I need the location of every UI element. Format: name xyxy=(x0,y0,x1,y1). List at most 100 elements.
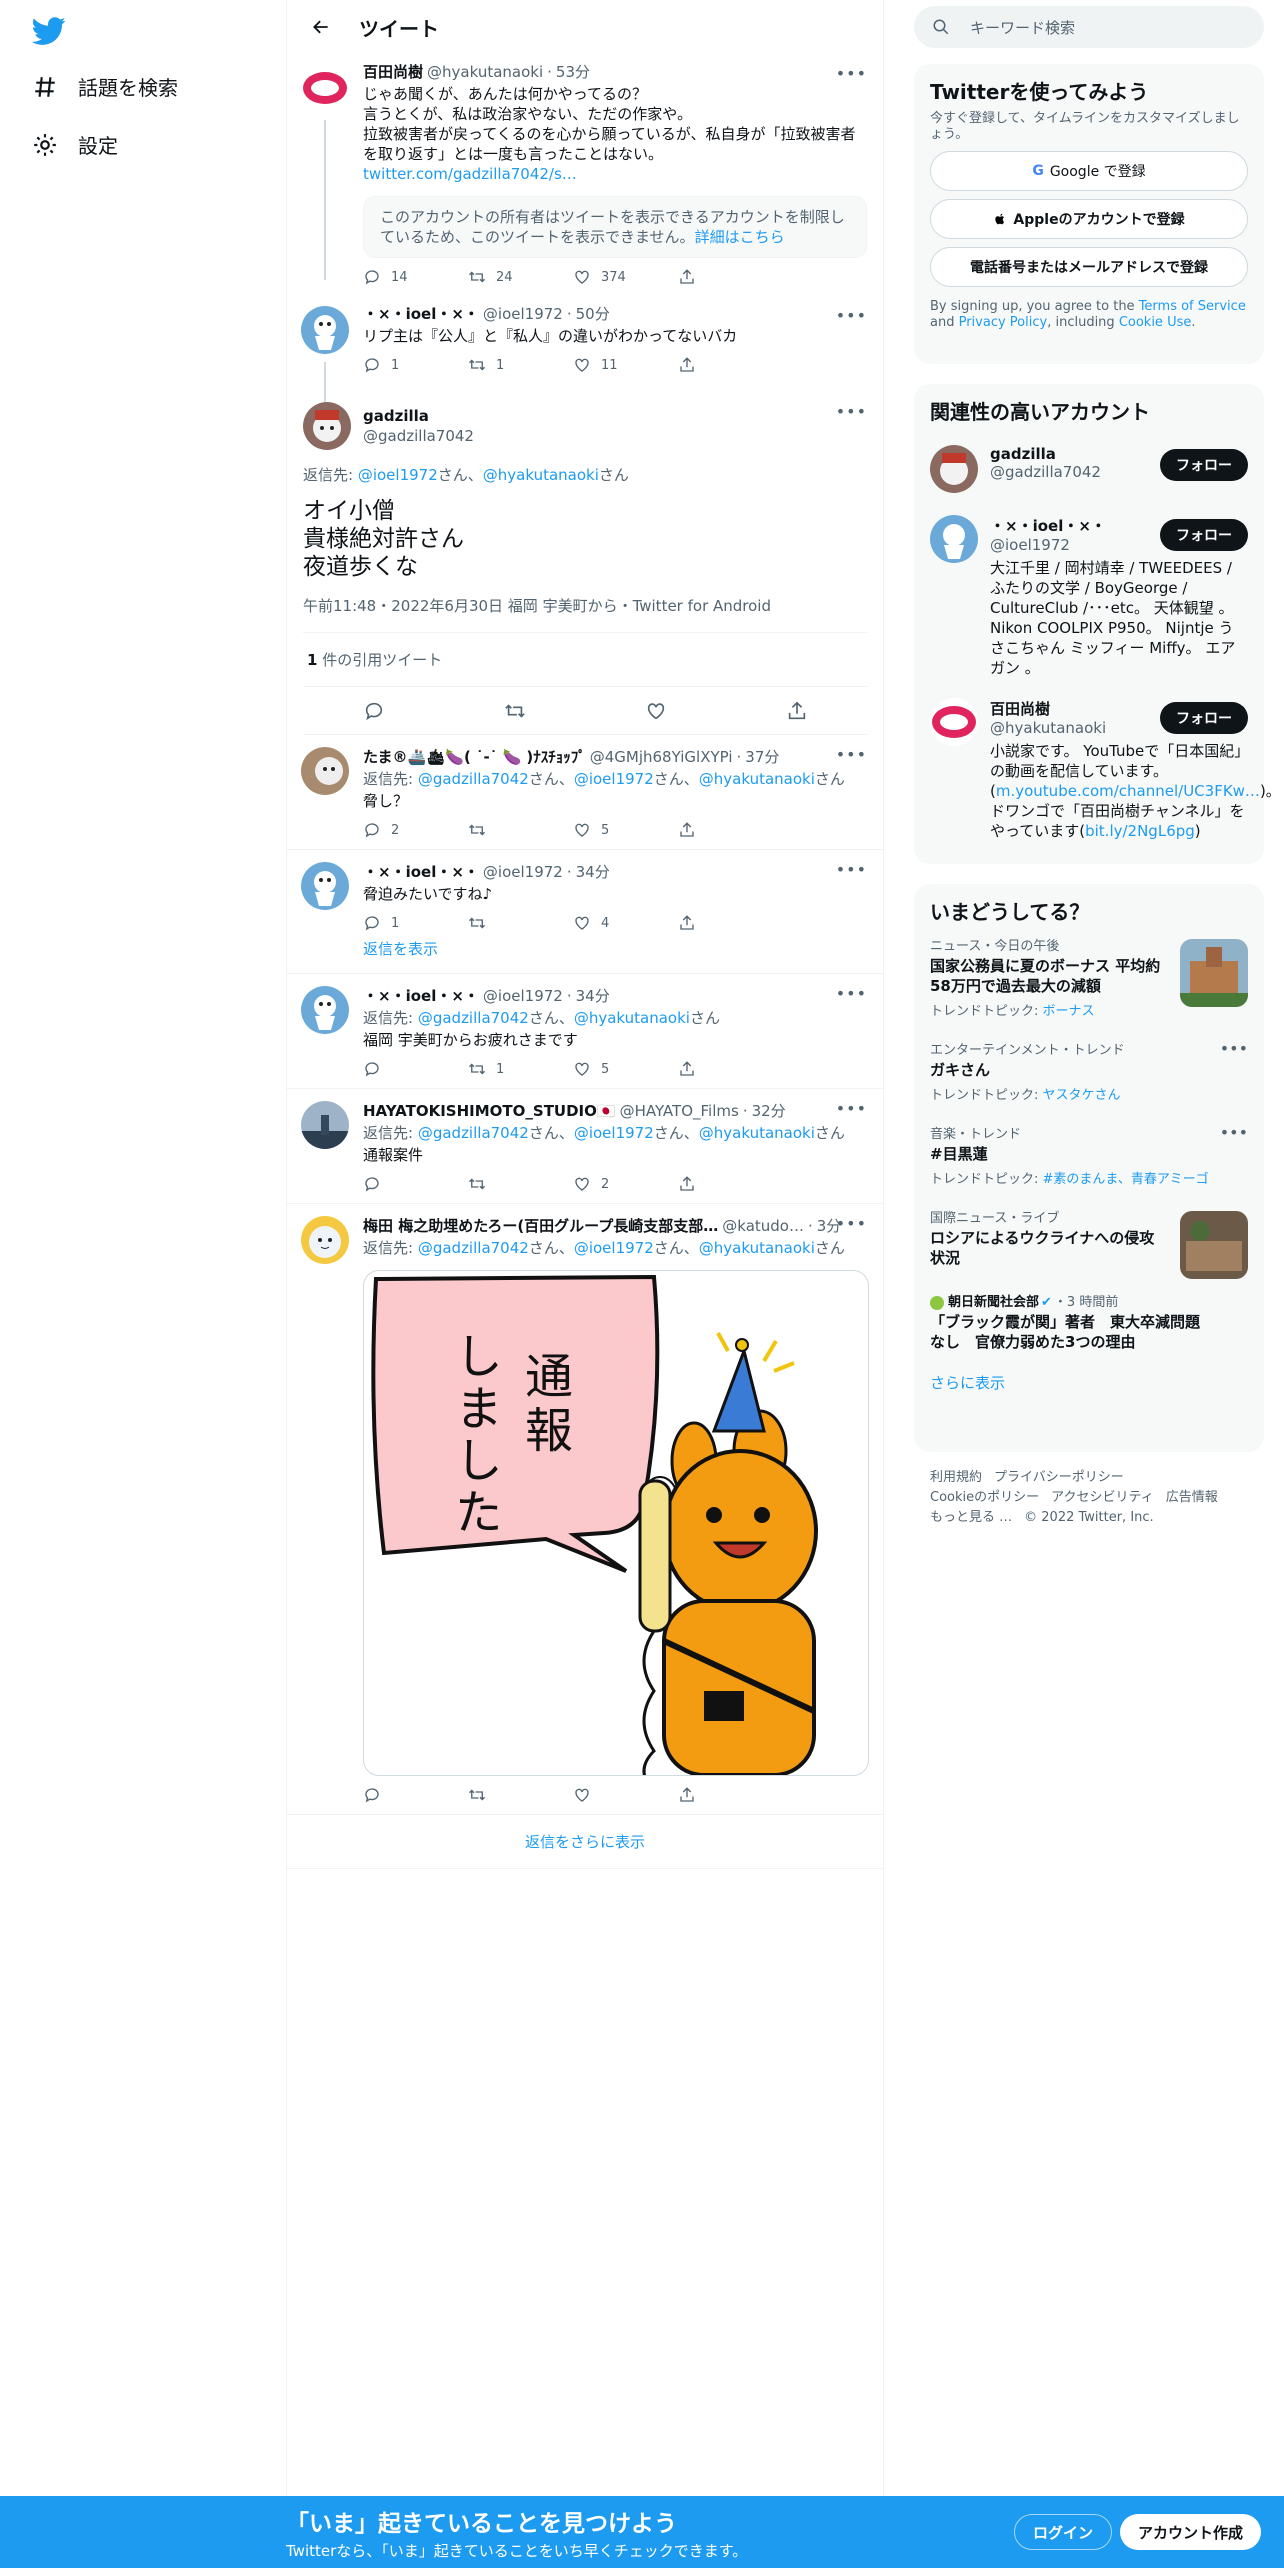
twitter-logo-icon[interactable] xyxy=(32,14,66,48)
footer-cookie-link[interactable]: Cookieのポリシー xyxy=(930,1490,1039,1505)
more-icon[interactable]: ••• xyxy=(836,984,867,1003)
apple-signup-button[interactable]: Appleのアカウントで登録 xyxy=(930,199,1248,239)
google-signup-button[interactable]: G Google で登録 xyxy=(930,151,1248,191)
footer-ads-link[interactable]: 広告情報 xyxy=(1166,1490,1218,1505)
reply-tweet[interactable]: ••• たま®🚢🛳🍆( ˙-˙ 🍆 )ﾅｽﾁｮｯﾌﾟ @4GMjh68YiGlXY… xyxy=(287,735,883,850)
show-more-trends-link[interactable]: さらに表示 xyxy=(914,1362,1264,1403)
nav-explore[interactable]: 話題を検索 xyxy=(32,72,178,101)
more-icon[interactable]: ••• xyxy=(1220,1039,1248,1058)
author-name[interactable]: たま®🚢🛳🍆( ˙-˙ 🍆 )ﾅｽﾁｮｯﾌﾟ xyxy=(363,747,586,767)
author-handle[interactable]: @ioel1972 xyxy=(483,304,563,324)
author-handle[interactable]: @ioel1972 xyxy=(483,862,563,882)
mention-link[interactable]: @hyakutanaoki xyxy=(699,770,815,788)
avatar[interactable] xyxy=(930,515,978,563)
like-button[interactable]: 374 xyxy=(573,268,678,286)
share-button[interactable] xyxy=(678,268,783,286)
trend-topic-link[interactable]: ヤスタケさん xyxy=(1043,1088,1121,1103)
avatar[interactable] xyxy=(301,1101,349,1149)
reply-button[interactable]: 1 xyxy=(363,356,468,374)
mention-link[interactable]: @gadzilla7042 xyxy=(418,1124,529,1142)
trend-item[interactable]: ニュース・今日の午後 国家公務員に夏のボーナス 平均約58万円で過去最大の減額 … xyxy=(914,925,1264,1029)
follow-button[interactable]: フォロー xyxy=(1160,519,1248,551)
retweet-button[interactable] xyxy=(468,914,573,932)
author-handle[interactable]: @gadzilla7042 xyxy=(363,426,474,446)
footer-more-link[interactable]: もっと見る … xyxy=(930,1510,1012,1525)
author-handle[interactable]: @4GMjh68YiGlXYPi xyxy=(590,747,733,767)
more-icon[interactable]: ••• xyxy=(836,402,867,421)
retweet-button[interactable] xyxy=(468,1786,573,1804)
retweet-button[interactable] xyxy=(468,1175,573,1193)
like-button[interactable]: 5 xyxy=(573,1060,678,1078)
quote-tweets-link[interactable]: 1 件の引用ツイート xyxy=(303,633,867,687)
avatar[interactable] xyxy=(301,64,349,112)
reply-tweet[interactable]: ••• ・×・ioel・×・ @ioel1972 · 34分 返信先: @gadzil… xyxy=(287,974,883,1089)
nav-settings[interactable]: 設定 xyxy=(32,130,118,159)
timestamp[interactable]: 53分 xyxy=(556,62,590,82)
mention-link[interactable]: @hyakutanaoki xyxy=(699,1239,815,1257)
search-input[interactable]: キーワード検索 xyxy=(914,6,1264,48)
reply-tweet[interactable]: ••• ・×・ioel・×・ @ioel1972 · 34分 脅迫みたいですね♪ 1 … xyxy=(287,850,883,932)
back-button[interactable] xyxy=(301,7,341,47)
account-card[interactable]: gadzilla @gadzilla7042 フォロー xyxy=(914,435,1264,505)
author-name[interactable]: 百田尚樹 xyxy=(363,62,423,82)
share-button[interactable] xyxy=(678,356,783,374)
trend-item[interactable]: 音楽・トレンド #目黒蓮 トレンドトピック: #素のまんま、青春アミーゴ ••• xyxy=(914,1113,1264,1197)
more-icon[interactable]: ••• xyxy=(1220,1123,1248,1142)
retweet-button[interactable] xyxy=(468,821,573,839)
signup-button[interactable]: アカウント作成 xyxy=(1120,2514,1262,2550)
tweet-parent-2[interactable]: ••• ・×・ioel・×・ @ioel1972 · 50分 リプ主は『公人』と『私人… xyxy=(287,296,883,402)
author-handle[interactable]: @HAYATO_Films xyxy=(620,1101,739,1121)
like-button[interactable]: 4 xyxy=(573,914,678,932)
reply-tweet[interactable]: ••• 梅田 梅之助埋めたろー(百田グループ長崎支部支部… @katudo… · 3分… xyxy=(287,1204,883,1815)
account-card[interactable]: ・×・ioel・×・ @ioel1972 大江千里 / 岡村靖幸 / TWEED… xyxy=(914,505,1264,688)
timestamp[interactable]: 34分 xyxy=(576,862,610,882)
show-replies-link[interactable]: 返信を表示 xyxy=(287,932,883,973)
more-icon[interactable]: ••• xyxy=(836,1099,867,1118)
mention-link[interactable]: @ioel1972 xyxy=(574,1124,654,1142)
timestamp[interactable]: 37分 xyxy=(745,747,779,767)
cookie-link[interactable]: Cookie Use xyxy=(1119,315,1192,330)
tweet-parent-1[interactable]: ••• 百田尚樹 @hyakutanaoki · 53分 じゃあ聞くが、あんたは何かや… xyxy=(287,54,883,296)
author-name[interactable]: ・×・ioel・×・ xyxy=(363,862,479,882)
footer-privacy-link[interactable]: プライバシーポリシー xyxy=(994,1470,1124,1485)
terms-link[interactable]: Terms of Service xyxy=(1139,299,1246,314)
footer-accessibility-link[interactable]: アクセシビリティ xyxy=(1051,1490,1154,1505)
share-button[interactable] xyxy=(678,821,783,839)
mention-link[interactable]: @ioel1972 xyxy=(358,466,438,484)
phone-signup-button[interactable]: 電話番号またはメールアドレスで登録 xyxy=(930,247,1248,287)
bio-link[interactable]: bit.ly/2NgL6pg xyxy=(1085,822,1195,840)
share-button[interactable] xyxy=(678,1175,783,1193)
author-handle[interactable]: @katudo… xyxy=(722,1216,804,1236)
timestamp[interactable]: 32分 xyxy=(752,1101,786,1121)
author-name[interactable]: HAYATOKISHIMOTO_STUDIO🇯🇵 xyxy=(363,1101,616,1121)
more-icon[interactable]: ••• xyxy=(836,306,867,325)
timestamp[interactable]: 34分 xyxy=(576,986,610,1006)
mention-link[interactable]: @gadzilla7042 xyxy=(418,1009,529,1027)
reply-button[interactable]: 2 xyxy=(363,821,468,839)
author-name[interactable]: ・×・ioel・×・ xyxy=(363,304,479,324)
show-more-replies-link[interactable]: 返信をさらに表示 xyxy=(287,1815,883,1869)
trend-topic-link[interactable]: ボーナス xyxy=(1043,1004,1095,1019)
share-button[interactable] xyxy=(678,1060,783,1078)
like-button[interactable]: 11 xyxy=(573,356,678,374)
reply-button[interactable] xyxy=(363,1786,468,1804)
tweet-image[interactable]: 通報 しました xyxy=(363,1270,869,1776)
mention-link[interactable]: @gadzilla7042 xyxy=(418,770,529,788)
mention-link[interactable]: @hyakutanaoki xyxy=(699,1124,815,1142)
footer-tos-link[interactable]: 利用規約 xyxy=(930,1470,982,1485)
share-button[interactable] xyxy=(678,914,783,932)
like-button[interactable]: 2 xyxy=(573,1175,678,1193)
tweet-meta[interactable]: 午前11:48・2022年6月30日 福岡 宇美町から・Twitter for … xyxy=(303,595,867,633)
author-name[interactable]: 梅田 梅之助埋めたろー(百田グループ長崎支部支部… xyxy=(363,1216,718,1236)
more-icon[interactable]: ••• xyxy=(836,1214,867,1233)
reply-tweet[interactable]: ••• HAYATOKISHIMOTO_STUDIO🇯🇵 @HAYATO_Film… xyxy=(287,1089,883,1204)
avatar[interactable] xyxy=(301,986,349,1034)
more-icon[interactable]: ••• xyxy=(836,860,867,879)
follow-button[interactable]: フォロー xyxy=(1160,702,1248,734)
heart-icon[interactable] xyxy=(645,700,667,722)
avatar[interactable] xyxy=(301,1216,349,1264)
reply-button[interactable]: 14 xyxy=(363,268,468,286)
trend-item[interactable]: エンターテインメント・トレンド ガキさん トレンドトピック: ヤスタケさん ••… xyxy=(914,1029,1264,1113)
reply-icon[interactable] xyxy=(363,700,385,722)
avatar[interactable] xyxy=(930,445,978,493)
